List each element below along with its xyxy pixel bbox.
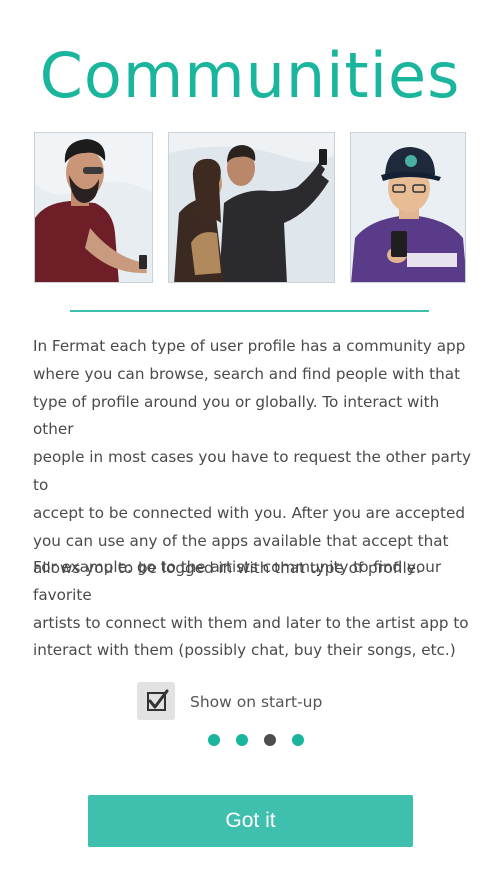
section-divider xyxy=(70,310,429,312)
page-title: Communities xyxy=(39,39,461,112)
community-photo-man-in-cap xyxy=(350,132,466,283)
description-paragraph: In Fermat each type of user profile has … xyxy=(33,337,472,578)
got-it-button[interactable]: Got it xyxy=(88,795,413,847)
page-dot-active[interactable] xyxy=(264,734,276,746)
page-dot[interactable] xyxy=(292,734,304,746)
community-photo-couple-selfie xyxy=(168,132,335,283)
page-dot[interactable] xyxy=(208,734,220,746)
checkmark-icon xyxy=(147,689,169,711)
example-paragraph: For example: go to the artists community… xyxy=(33,558,469,660)
show-on-startup-label[interactable]: Show on start-up xyxy=(190,689,322,715)
page-indicator xyxy=(0,732,500,748)
page-dot[interactable] xyxy=(236,734,248,746)
show-on-startup-checkbox[interactable] xyxy=(137,682,175,720)
community-photo-man-with-phone xyxy=(34,132,153,283)
